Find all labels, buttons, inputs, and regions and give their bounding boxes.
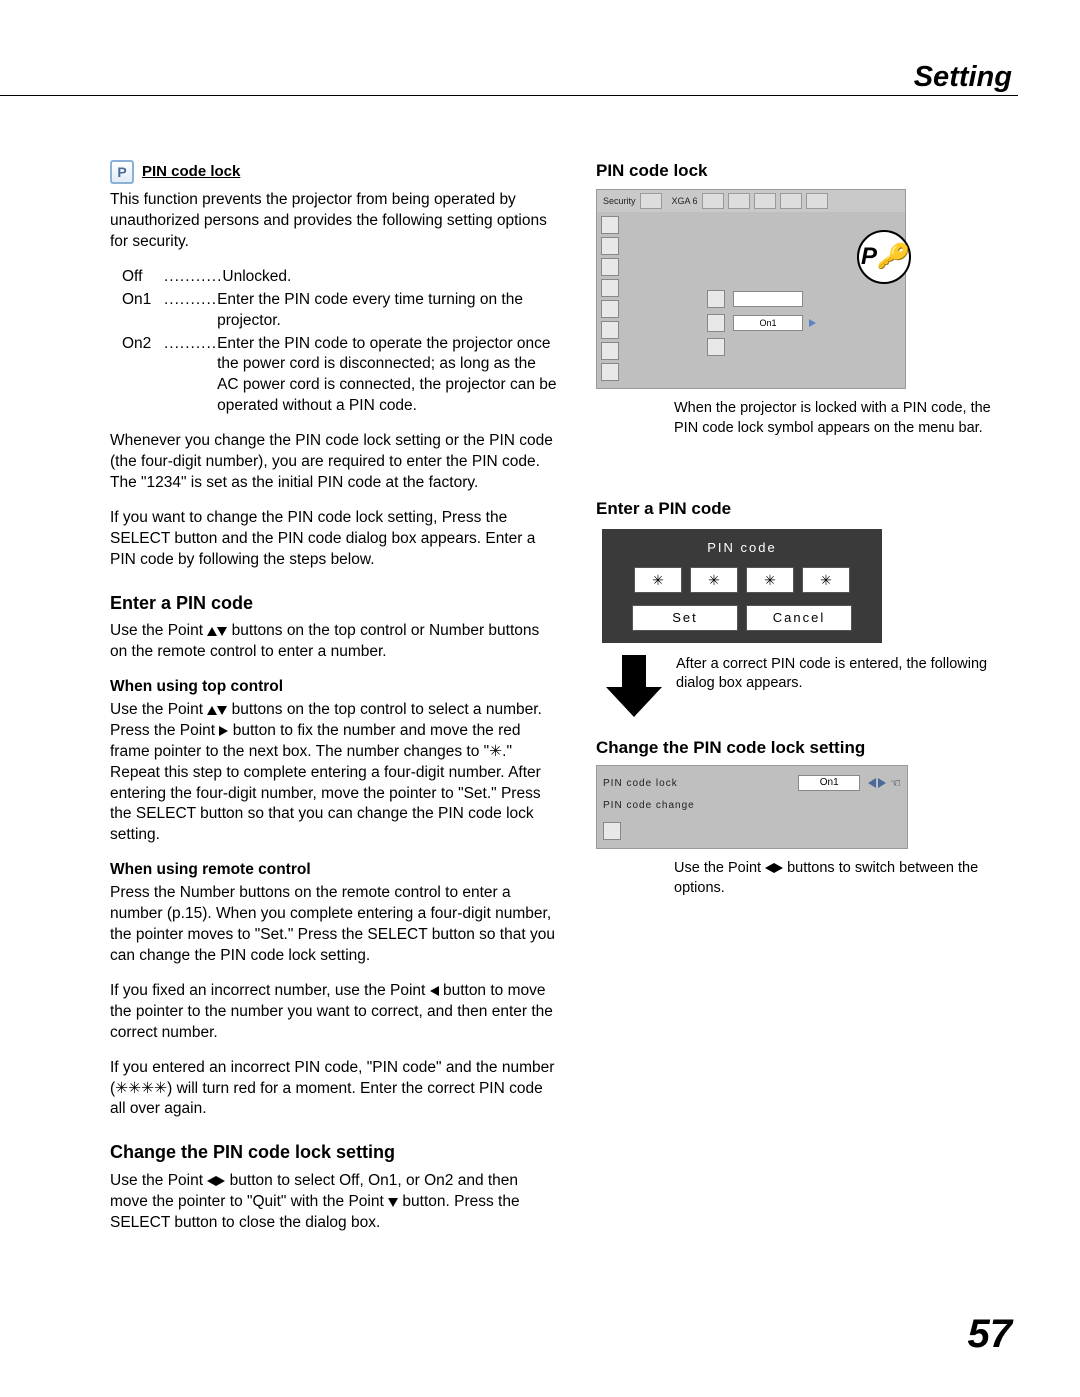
point-down-icon [388, 1198, 398, 1207]
selection-pointer-icon [809, 319, 816, 327]
wrong-pin-paragraph: If you entered an incorrect PIN code, "P… [110, 1058, 560, 1121]
right-change-pin-heading: Change the PIN code lock setting [596, 737, 1012, 760]
pin-code-lock-label: PIN code lock [142, 162, 240, 182]
osd-mode: XGA 6 [672, 195, 698, 207]
switch-options-note: Use the Point buttons to switch between … [674, 859, 1012, 898]
point-down-icon [217, 706, 227, 715]
fix-number-paragraph: If you fixed an incorrect number, use th… [110, 981, 560, 1044]
point-right-icon [216, 1176, 225, 1186]
osd-security-menu: Security XGA 6 [596, 189, 906, 389]
osd-side-icons [601, 216, 621, 384]
osd-chip-icon [702, 193, 724, 209]
top-control-heading: When using top control [110, 677, 560, 698]
osd-title: Security [603, 195, 636, 207]
keylock-value [733, 291, 803, 307]
osd-chip-icon [754, 193, 776, 209]
left-column: P PIN code lock This function prevents t… [110, 160, 560, 1247]
remote-control-heading: When using remote control [110, 860, 560, 881]
right-pin-heading: PIN code lock [596, 160, 1012, 183]
option-left-icon [868, 778, 876, 788]
pinlock-icon [707, 314, 725, 332]
osd-side-icon [601, 279, 619, 297]
osd-keylock-rows: On1 [707, 290, 847, 362]
point-left-icon [765, 863, 774, 873]
pin-code-lock-row[interactable]: PIN code lock On1 ☜ [603, 772, 901, 794]
keylock-icon [707, 290, 725, 308]
point-left-icon [430, 986, 439, 996]
cancel-button[interactable]: Cancel [746, 605, 852, 631]
point-up-icon [207, 706, 217, 715]
enter-pin-heading: Enter a PIN code [110, 591, 560, 615]
change-pin-paragraph: Use the Point button to select Off, On1,… [110, 1171, 560, 1234]
pin-change-note: Whenever you change the PIN code lock se… [110, 431, 560, 494]
osd-side-icon [601, 363, 619, 381]
page-number: 57 [968, 1307, 1013, 1361]
pin-code-lock-value: On1 [798, 775, 860, 791]
pin-dialog-title: PIN code [602, 539, 882, 557]
osd-side-icon [601, 216, 619, 234]
pin-digit-3[interactable]: ✳ [746, 567, 794, 593]
remote-control-paragraph: Press the Number buttons on the remote c… [110, 883, 560, 967]
section-title: Setting [914, 58, 1012, 97]
option-on1: On1 .......... Enter the PIN code every … [110, 290, 560, 332]
intro-paragraph: This function prevents the projector fro… [110, 190, 560, 253]
pin-digit-4[interactable]: ✳ [802, 567, 850, 593]
osd-chip-icon [806, 193, 828, 209]
point-down-icon [217, 627, 227, 636]
osd-side-icon [601, 300, 619, 318]
option-off: Off ........... Unlocked. [110, 267, 560, 288]
pin-digit-1[interactable]: ✳ [634, 567, 682, 593]
pin-code-lock-header: P PIN code lock [110, 160, 560, 184]
osd-chip-icon [728, 193, 750, 209]
osd-side-icon [601, 321, 619, 339]
osd-chip-icon [780, 193, 802, 209]
option-right-icon [878, 778, 886, 788]
enter-pin-paragraph: Use the Point buttons on the top control… [110, 621, 560, 663]
osd-chip-icon [640, 193, 662, 209]
top-control-paragraph: Use the Point buttons on the top control… [110, 700, 560, 846]
page-body: P PIN code lock This function prevents t… [110, 160, 1012, 1247]
pin-code-change-row[interactable]: PIN code change [603, 794, 901, 816]
pin-code-dialog: PIN code ✳ ✳ ✳ ✳ Set Cancel [602, 529, 882, 643]
arrow-note-block: After a correct PIN code is entered, the… [606, 655, 1012, 719]
pin-lock-icon: P [110, 160, 134, 184]
osd-side-icon [601, 342, 619, 360]
down-arrow-icon [606, 655, 662, 719]
header-rule [0, 95, 1018, 96]
osd-side-icon [601, 258, 619, 276]
pinlock-value: On1 [733, 315, 803, 331]
pin-digit-2[interactable]: ✳ [690, 567, 738, 593]
set-button[interactable]: Set [632, 605, 738, 631]
pin-select-note: If you want to change the PIN code lock … [110, 508, 560, 571]
point-up-icon [207, 627, 217, 636]
option-on2: On2 .......... Enter the PIN code to ope… [110, 334, 560, 418]
osd-side-icon [601, 237, 619, 255]
arrow-note-text: After a correct PIN code is entered, the… [676, 655, 1012, 694]
pin-lock-note: When the projector is locked with a PIN … [674, 399, 1012, 438]
option-list: Off ........... Unlocked. On1 ..........… [110, 267, 560, 417]
quit-icon [707, 338, 725, 356]
pointer-hand-icon: ☜ [890, 775, 901, 791]
point-left-icon [207, 1176, 216, 1186]
point-right-icon [774, 863, 783, 873]
osd-pin-lock-dialog: PIN code lock On1 ☜ PIN code change [596, 765, 908, 849]
right-column: PIN code lock Security XGA 6 [596, 160, 1012, 1247]
change-pin-heading: Change the PIN code lock setting [110, 1140, 560, 1164]
osd-menu-bar: Security XGA 6 [597, 190, 905, 212]
right-enter-pin-heading: Enter a PIN code [596, 498, 1012, 521]
quit-icon[interactable] [603, 822, 621, 840]
pin-lock-badge-icon: P🔑 [857, 230, 911, 284]
